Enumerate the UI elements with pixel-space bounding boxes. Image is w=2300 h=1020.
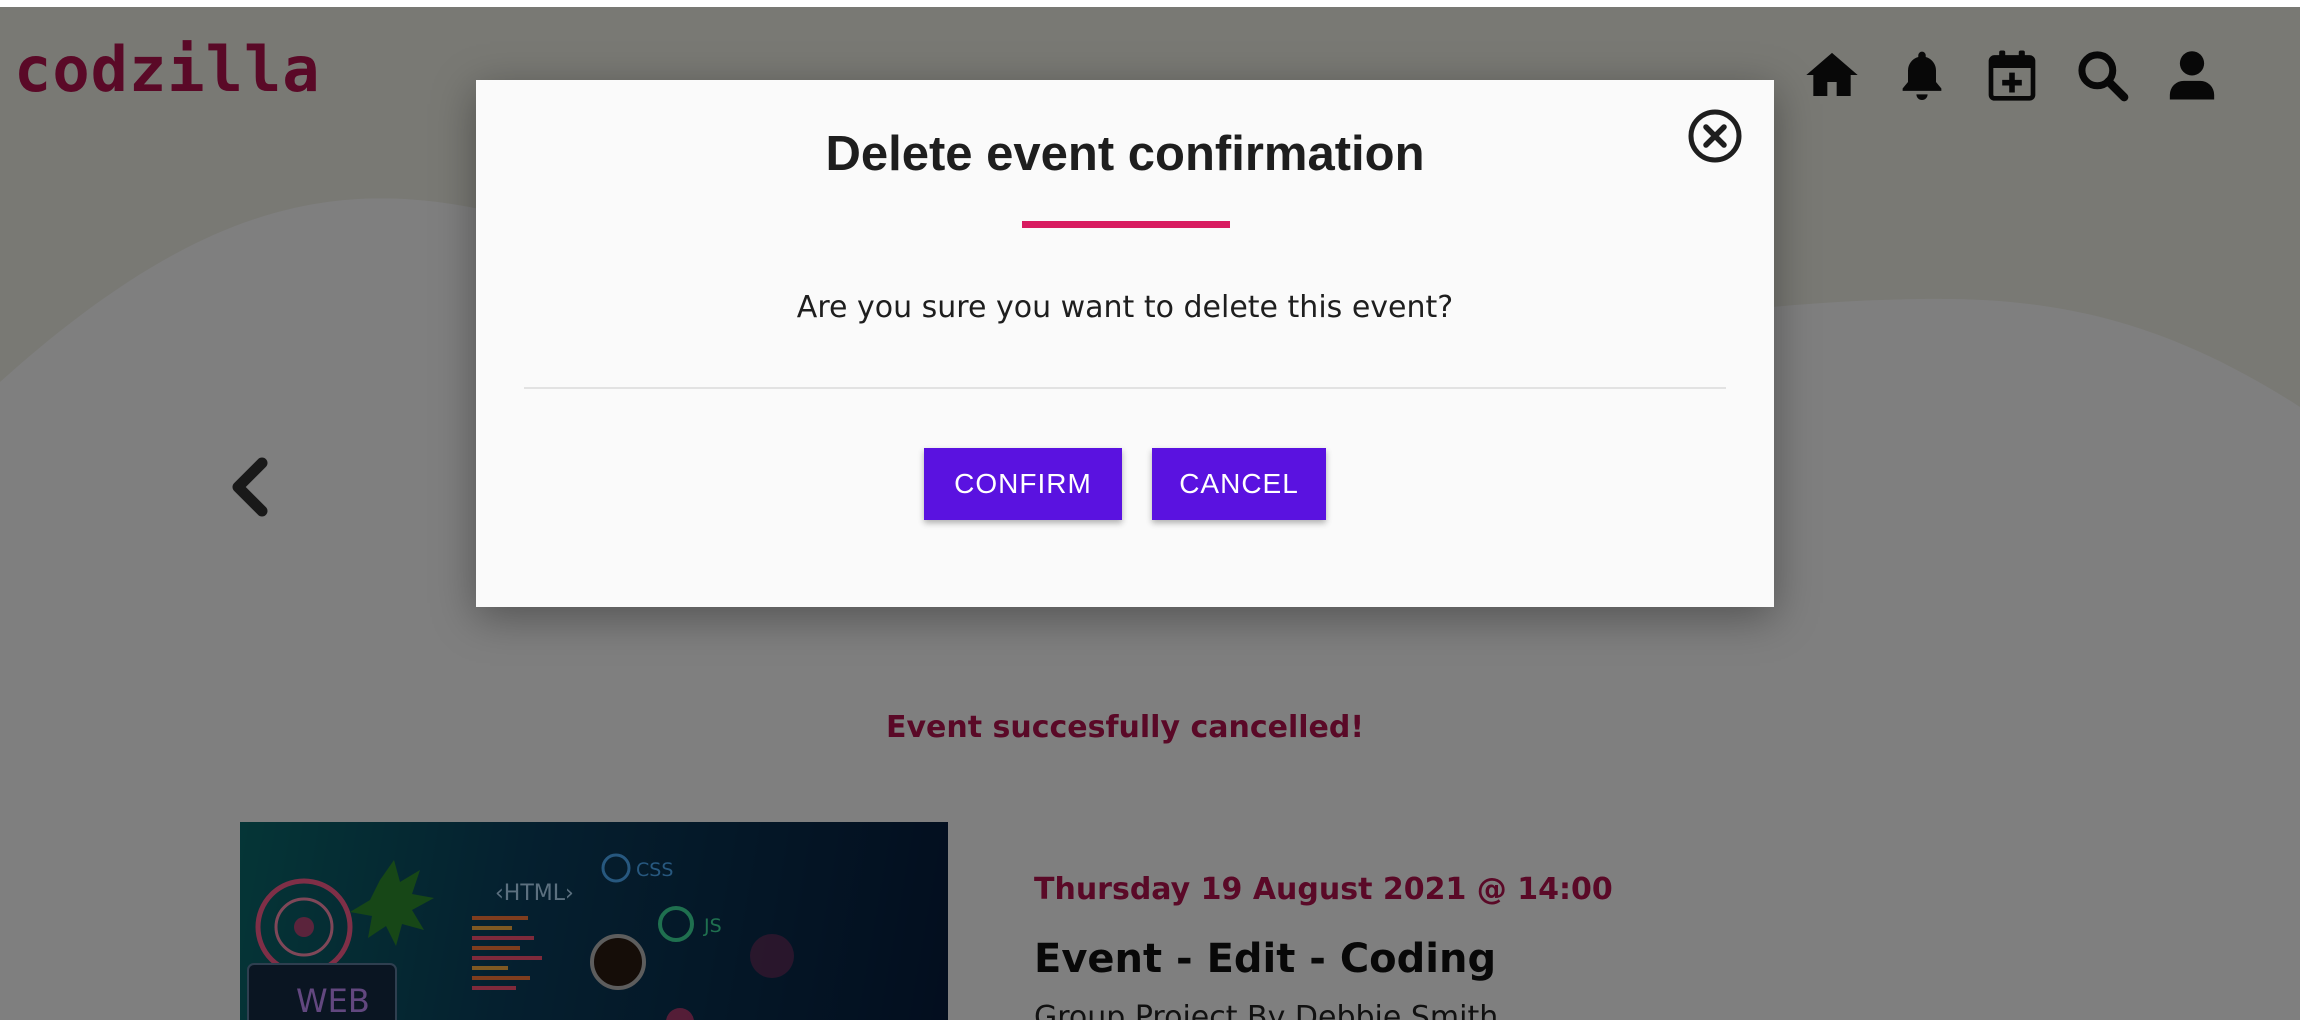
top-border xyxy=(0,0,2300,7)
cancel-button[interactable]: CANCEL xyxy=(1152,448,1326,520)
close-icon[interactable] xyxy=(1687,108,1743,164)
confirm-button[interactable]: CONFIRM xyxy=(924,448,1122,520)
modal-divider xyxy=(524,387,1726,389)
modal-title: Delete event confirmation xyxy=(825,127,1425,181)
delete-confirmation-modal: Delete event confirmation Are you sure y… xyxy=(476,80,1774,607)
modal-message: Are you sure you want to delete this eve… xyxy=(796,290,1454,325)
title-accent-line xyxy=(1022,221,1230,228)
